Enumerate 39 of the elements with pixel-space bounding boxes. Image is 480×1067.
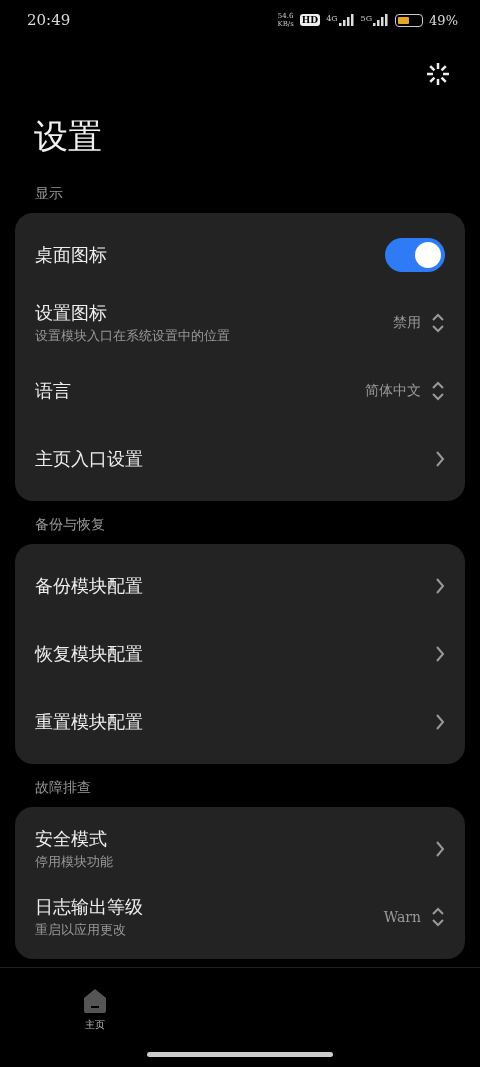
battery-percent: 49%: [429, 12, 458, 28]
hd-badge: HD: [299, 14, 321, 26]
battery-icon: [395, 13, 424, 27]
setting-value[interactable]: 简体中文: [365, 382, 421, 400]
up-down-icon: [431, 380, 445, 402]
setting-value[interactable]: Warn: [383, 909, 421, 925]
section-label: 显示: [34, 184, 64, 203]
setting-description: 设置模块入口在系统设置中的位置: [35, 327, 231, 345]
setting-title[interactable]: 设置图标: [35, 301, 383, 325]
setting-title[interactable]: 主页入口设置: [35, 447, 425, 471]
section-label: 故障排查: [34, 778, 92, 797]
page-title: 设置: [33, 115, 103, 158]
chevron-right-icon: [435, 450, 445, 468]
setting-title[interactable]: 备份模块配置: [35, 574, 425, 598]
network-type: 4G: [326, 14, 338, 23]
chevron-right-icon: [435, 645, 445, 663]
signal-icon: [373, 14, 390, 26]
up-down-icon: [431, 906, 445, 928]
setting-description: 停用模块功能: [35, 853, 114, 871]
loading-spinner-icon[interactable]: [426, 62, 450, 86]
setting-title[interactable]: 恢复模块配置: [35, 642, 425, 666]
setting-title[interactable]: 日志输出等级: [35, 895, 374, 919]
signal-icon: [338, 14, 355, 26]
toggle-switch[interactable]: [385, 238, 445, 272]
section-label: 备份与恢复: [34, 515, 106, 534]
setting-title[interactable]: 重置模块配置: [35, 710, 425, 734]
chevron-right-icon: [435, 577, 445, 595]
setting-value[interactable]: 禁用: [393, 314, 421, 332]
setting-title[interactable]: 桌面图标: [35, 243, 375, 267]
chevron-right-icon: [435, 713, 445, 731]
setting-title[interactable]: 语言: [35, 379, 355, 403]
home-icon: [82, 988, 108, 1014]
setting-description: 重启以应用更改: [35, 921, 127, 939]
chevron-right-icon: [435, 840, 445, 858]
network-type: 5G: [360, 14, 373, 23]
setting-title[interactable]: 安全模式: [35, 827, 425, 851]
nav-tab[interactable]: 主页: [0, 988, 190, 1032]
up-down-icon: [431, 312, 445, 334]
clock-time: 20:49: [27, 11, 72, 29]
